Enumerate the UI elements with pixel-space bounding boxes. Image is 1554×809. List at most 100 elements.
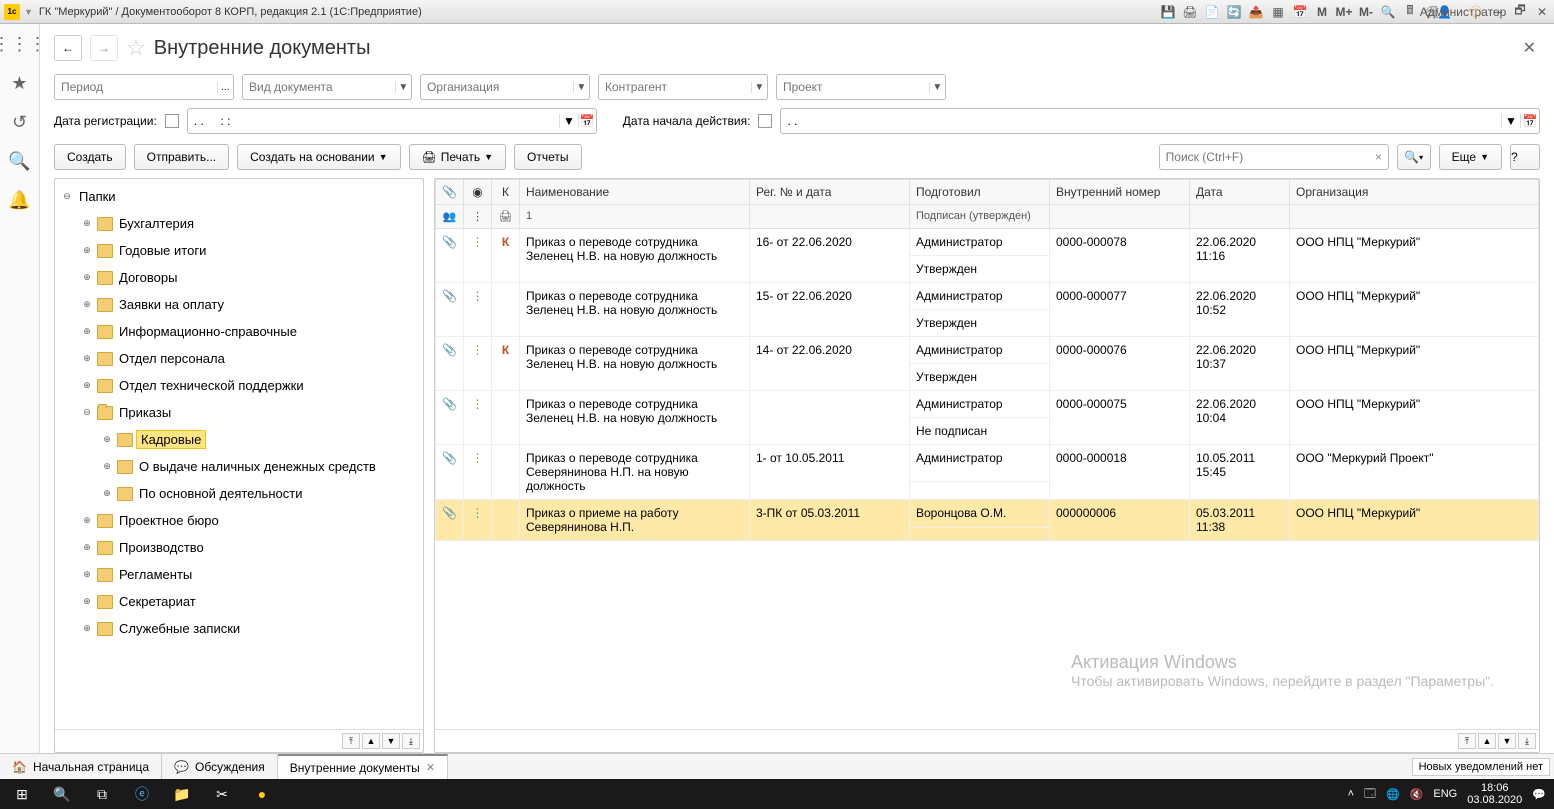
col-internal[interactable]: Внутренний номер (1050, 180, 1190, 205)
zoom-icon[interactable]: 🔍 (1380, 4, 1396, 20)
start-button[interactable]: ⊞ (2, 779, 42, 809)
start-date-arrow[interactable]: ▼ (1501, 114, 1520, 128)
expand-icon[interactable]: ⊕ (81, 353, 93, 364)
m-badge[interactable]: M (1314, 4, 1330, 20)
project-arrow[interactable]: ▼ (929, 82, 945, 93)
tray-network-icon[interactable]: 🌐 (1386, 788, 1400, 801)
reports-button[interactable]: Отчеты (514, 144, 581, 170)
mplus-badge[interactable]: M+ (1336, 4, 1352, 20)
tree-nav-down[interactable]: ▼ (382, 733, 400, 749)
tab-home[interactable]: 🏠 Начальная страница (0, 754, 162, 779)
1c-taskbar-icon[interactable]: ● (242, 779, 282, 809)
forward-button[interactable]: → (90, 35, 118, 61)
expand-icon[interactable]: ⊕ (81, 542, 93, 553)
table-nav-last[interactable]: ⤓ (1518, 733, 1536, 749)
tree-item[interactable]: ⊕Информационно-справочные (55, 318, 423, 345)
bell-icon[interactable]: 🔔 (8, 190, 30, 211)
tree-item[interactable]: ⊕О выдаче наличных денежных средств (55, 453, 423, 480)
col-tree-icon[interactable]: ⋮ (464, 205, 492, 229)
calendar-icon[interactable]: 📅 (1292, 4, 1308, 20)
period-filter[interactable]: ... (54, 74, 234, 100)
search-clear-button[interactable]: × (1369, 150, 1387, 164)
period-dots-button[interactable]: ... (217, 82, 233, 93)
tree-item[interactable]: ⊕Секретариат (55, 588, 423, 615)
project-filter[interactable]: ▼ (776, 74, 946, 100)
table-row[interactable]: 📎⋮Приказ о переводе сотрудника Зеленец Н… (436, 391, 1539, 418)
expand-icon[interactable]: ⊕ (81, 272, 93, 283)
tree-item[interactable]: ⊕Годовые итоги (55, 237, 423, 264)
col-clip[interactable]: 📎 (436, 180, 464, 205)
expand-icon[interactable]: ⊕ (81, 515, 93, 526)
tab-current[interactable]: Внутренние документы ✕ (278, 754, 448, 779)
tree-item[interactable]: ⊖Приказы (55, 399, 423, 426)
col-date[interactable]: Дата (1190, 180, 1290, 205)
search-run-button[interactable]: 🔍▾ (1397, 144, 1431, 170)
create-button[interactable]: Создать (54, 144, 126, 170)
create-based-button[interactable]: Создать на основании ▼ (237, 144, 400, 170)
expand-icon[interactable]: ⊕ (101, 461, 113, 472)
star-icon[interactable]: ★ (11, 73, 27, 94)
table-row[interactable]: 📎⋮КПриказ о переводе сотрудника Зеленец … (436, 337, 1539, 364)
period-input[interactable] (55, 80, 217, 94)
taskview-icon[interactable]: ⧉ (82, 779, 122, 809)
doctype-input[interactable] (243, 80, 395, 94)
expand-icon[interactable]: ⊕ (81, 569, 93, 580)
minimize-button[interactable]: ─ (1490, 4, 1506, 20)
col-print-icon[interactable]: 🖨 (492, 205, 520, 229)
expand-icon[interactable]: ⊕ (101, 488, 113, 499)
tree-item[interactable]: ⊕Проектное бюро (55, 507, 423, 534)
ie-icon[interactable]: ⓔ (122, 779, 162, 809)
print-icon[interactable]: 🖨 (1182, 4, 1198, 20)
favorite-star-icon[interactable]: ☆ (126, 35, 146, 61)
calc-icon[interactable]: 🖩 (1402, 4, 1418, 20)
expand-icon[interactable]: ⊕ (81, 380, 93, 391)
tray-battery-icon[interactable]: 🗔 (1364, 785, 1376, 804)
reg-date-input[interactable] (188, 114, 560, 128)
tray-clock[interactable]: 18:06 03.08.2020 (1467, 782, 1522, 806)
table-row[interactable]: 📎⋮КПриказ о переводе сотрудника Зеленец … (436, 229, 1539, 256)
expand-icon[interactable]: ⊕ (81, 218, 93, 229)
back-button[interactable]: ← (54, 35, 82, 61)
table-nav-first[interactable]: ⤒ (1458, 733, 1476, 749)
org-input[interactable] (421, 80, 573, 94)
collapse-icon[interactable]: ⊖ (61, 191, 73, 202)
dropdown-icon[interactable]: ▼ (24, 7, 33, 17)
col-author[interactable]: Подготовил (910, 180, 1050, 205)
close-window-button[interactable]: ✕ (1534, 4, 1550, 20)
col-circle[interactable]: ◉ (464, 180, 492, 205)
tree-item[interactable]: ⊕Отдел персонала (55, 345, 423, 372)
search-taskbar-icon[interactable]: 🔍 (42, 779, 82, 809)
expand-icon[interactable]: ⊕ (81, 326, 93, 337)
search-input[interactable] (1160, 150, 1370, 164)
counterparty-input[interactable] (599, 80, 751, 94)
send-button[interactable]: Отправить... (134, 144, 230, 170)
restore-button[interactable]: 🗗 (1512, 4, 1528, 20)
user-label[interactable]: 👤 Администратор (1446, 4, 1462, 20)
col-status[interactable]: Подписан (утвержден) (910, 205, 1050, 229)
explorer-icon[interactable]: 📁 (162, 779, 202, 809)
col-reg[interactable]: Рег. № и дата (750, 180, 910, 205)
help-button[interactable]: ? (1510, 144, 1540, 170)
tree-item[interactable]: ⊕Заявки на оплату (55, 291, 423, 318)
mminus-badge[interactable]: M- (1358, 4, 1374, 20)
org-filter[interactable]: ▼ (420, 74, 590, 100)
grid-icon[interactable]: ▦ (1270, 4, 1286, 20)
refresh-icon[interactable]: 🔄 (1226, 4, 1242, 20)
table-nav-up[interactable]: ▲ (1478, 733, 1496, 749)
reg-date-calendar-icon[interactable]: 📅 (578, 114, 596, 128)
col-org[interactable]: Организация (1290, 180, 1539, 205)
info-icon[interactable]: ⓘ (1468, 4, 1484, 20)
tree-item[interactable]: ⊕По основной деятельности (55, 480, 423, 507)
tree-item[interactable]: ⊕Договоры (55, 264, 423, 291)
col-people-icon[interactable]: 👥 (436, 205, 464, 229)
doc-icon[interactable]: 📄 (1204, 4, 1220, 20)
expand-icon[interactable]: ⊕ (101, 434, 113, 445)
table-scroll[interactable]: 📎 ◉ К Наименование Рег. № и дата Подгото… (435, 179, 1539, 729)
project-input[interactable] (777, 80, 929, 94)
tray-chevron-icon[interactable]: ˄ (1348, 788, 1354, 800)
tree-root[interactable]: ⊖ Папки (55, 183, 423, 210)
expand-icon[interactable]: ⊕ (81, 299, 93, 310)
tray-sound-icon[interactable]: 🔇 (1410, 788, 1424, 801)
reg-date-arrow[interactable]: ▼ (559, 114, 577, 128)
doctype-arrow[interactable]: ▼ (395, 82, 411, 93)
